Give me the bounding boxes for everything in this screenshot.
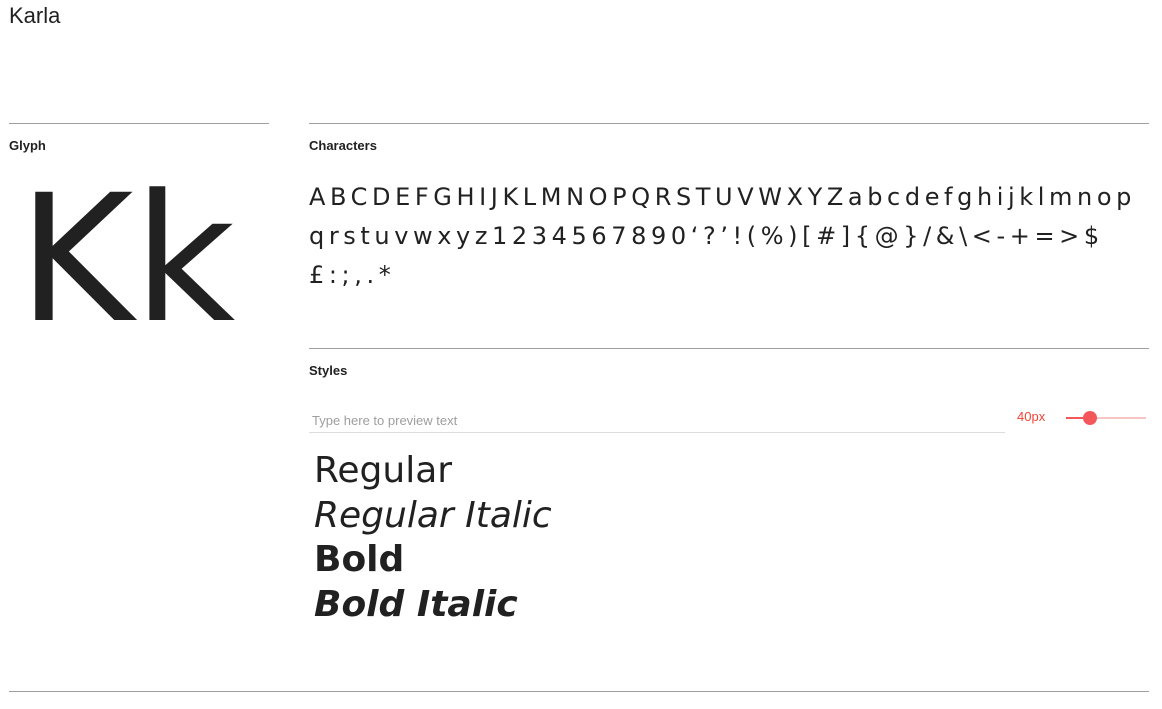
styles-divider bbox=[309, 348, 1149, 349]
font-specimen-page: Karla Glyph Kk Characters ABCDEFGHIJKLMN… bbox=[0, 0, 1162, 709]
font-size-slider[interactable] bbox=[1066, 411, 1146, 425]
style-sample-regular: Regular bbox=[314, 450, 453, 491]
style-sample-bold: Bold bbox=[314, 539, 405, 580]
bottom-divider bbox=[9, 691, 1149, 692]
characters-label: Characters bbox=[309, 138, 377, 153]
character-set: ABCDEFGHIJKLMNOPQRSTUVWXYZabcdefghijklmn… bbox=[309, 183, 1136, 289]
style-sample-regular-italic: Regular Italic bbox=[314, 495, 552, 536]
characters-divider bbox=[309, 123, 1149, 124]
font-size-value: 40px bbox=[1017, 409, 1046, 424]
styles-label: Styles bbox=[309, 363, 348, 378]
glyph-label: Glyph bbox=[9, 138, 46, 153]
preview-text-input[interactable] bbox=[309, 409, 1005, 433]
slider-thumb[interactable] bbox=[1083, 411, 1097, 425]
font-name-title: Karla bbox=[9, 3, 61, 28]
style-sample-bold-italic: Bold Italic bbox=[314, 584, 518, 625]
glyph-sample: Kk bbox=[18, 157, 236, 362]
glyph-divider bbox=[9, 123, 269, 124]
